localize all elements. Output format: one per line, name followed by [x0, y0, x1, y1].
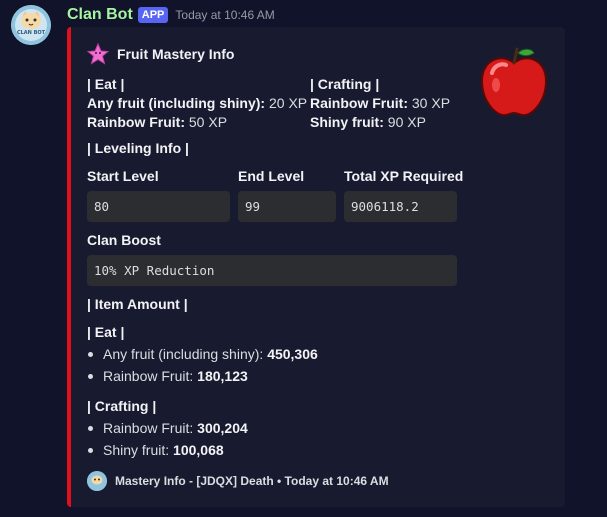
list-item-value: 450,306	[267, 346, 318, 362]
bullet-dot	[88, 374, 93, 379]
bot-avatar-icon: CLAN BOT	[11, 5, 51, 45]
bullet-dot	[88, 352, 93, 357]
list-item-value: 180,123	[197, 368, 248, 384]
eat-line-value: 20 XP	[269, 95, 308, 111]
list-item-label: Any fruit (including shiny):	[103, 346, 264, 362]
avatar-text: CLAN BOT	[17, 30, 46, 36]
crafting-line-label: Shiny fruit:	[310, 114, 384, 130]
list-item-value: 100,068	[173, 442, 224, 458]
crafting-field-title: | Crafting |	[310, 76, 380, 92]
footer-text: Mastery Info - [JDQX] Death • Today at 1…	[115, 474, 389, 488]
crafting-line: Rainbow Fruit: 30 XP	[310, 95, 450, 111]
crafting-line-value: 90 XP	[387, 114, 426, 130]
star-fruit-icon	[87, 43, 109, 65]
red-apple-icon	[480, 47, 548, 117]
bot-avatar[interactable]: CLAN BOT	[11, 5, 51, 45]
app-badge: APP	[137, 7, 169, 23]
start-level-label: Start Level	[87, 168, 159, 184]
eat-line-label: Any fruit (including shiny):	[87, 95, 266, 111]
list-item: Rainbow Fruit: 180,123	[103, 368, 248, 384]
message-header: Clan Bot APP Today at 10:46 AM	[67, 4, 275, 26]
eat-line-label: Rainbow Fruit:	[87, 114, 185, 130]
end-level-value[interactable]: 99	[238, 191, 336, 222]
clan-boost-label: Clan Boost	[87, 232, 161, 248]
embed-author: Fruit Mastery Info	[87, 43, 234, 65]
list-item-label: Rainbow Fruit:	[103, 368, 194, 384]
leveling-title: | Leveling Info |	[87, 140, 189, 156]
list-item: Shiny fruit: 100,068	[103, 442, 224, 458]
eat-field-title: | Eat |	[87, 76, 125, 92]
message-timestamp[interactable]: Today at 10:46 AM	[175, 8, 274, 22]
start-level-value[interactable]: 80	[87, 191, 230, 222]
username[interactable]: Clan Bot	[67, 6, 133, 24]
item-amount-title: | Item Amount |	[87, 296, 188, 312]
total-xp-label: Total XP Required	[344, 168, 464, 184]
list-item: Any fruit (including shiny): 450,306	[103, 346, 318, 362]
eat-line-value: 50 XP	[188, 114, 228, 130]
list-item-label: Shiny fruit:	[103, 442, 170, 458]
item-eat-title: | Eat |	[87, 324, 125, 340]
eat-line: Rainbow Fruit: 50 XP	[87, 114, 227, 130]
end-level-label: End Level	[238, 168, 305, 184]
footer-avatar-icon	[87, 471, 107, 491]
crafting-line-label: Rainbow Fruit:	[310, 95, 408, 111]
total-xp-value[interactable]: 9006118.2	[344, 191, 457, 222]
embed-card: Fruit Mastery Info | Eat | Any fruit (in…	[67, 27, 565, 507]
list-item-label: Rainbow Fruit:	[103, 420, 194, 436]
embed-author-name: Fruit Mastery Info	[117, 46, 235, 62]
list-item: Rainbow Fruit: 300,204	[103, 420, 248, 436]
bullet-dot	[88, 426, 93, 431]
clan-boost-value[interactable]: 10% XP Reduction	[87, 255, 457, 286]
crafting-line-value: 30 XP	[411, 95, 451, 111]
bullet-dot	[88, 448, 93, 453]
eat-line: Any fruit (including shiny): 20 XP	[87, 95, 307, 111]
embed-footer: Mastery Info - [JDQX] Death • Today at 1…	[87, 471, 389, 491]
item-crafting-title: | Crafting |	[87, 398, 157, 414]
list-item-value: 300,204	[197, 420, 248, 436]
crafting-line: Shiny fruit: 90 XP	[310, 114, 426, 130]
